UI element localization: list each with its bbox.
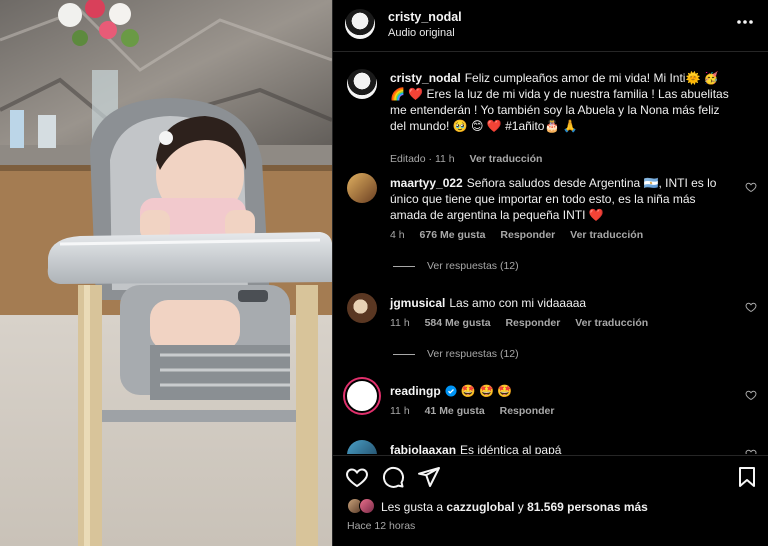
replies-divider [393, 353, 415, 355]
liker-avatar[interactable] [359, 498, 375, 514]
author-avatar[interactable] [345, 9, 375, 39]
comment-text: readingp 🤩 🤩 🤩 [390, 383, 735, 399]
baby-high-chair-image [0, 0, 332, 546]
post-photo[interactable] [0, 0, 332, 546]
comment-like-heart-icon[interactable] [745, 389, 757, 401]
comment-body: Es idéntica al papá [460, 443, 562, 454]
commenter-avatar[interactable] [345, 379, 379, 413]
likes-count[interactable]: 81.569 personas más [527, 500, 648, 514]
comment-likes[interactable]: 41 Me gusta [425, 405, 485, 417]
post-timestamp[interactable]: Hace 12 horas [347, 520, 415, 532]
comments-list[interactable]: cristy_nodal Feliz cumpleaños amor de mi … [333, 53, 768, 454]
view-replies-label[interactable]: Ver respuestas (12) [427, 348, 519, 360]
replies-divider [393, 265, 415, 267]
comment-username[interactable]: jgmusical [390, 296, 445, 310]
comment-text: jgmusical Las amo con mi vidaaaaa [390, 295, 735, 311]
caption-text: cristy_nodal Feliz cumpleaños amor de mi … [390, 70, 735, 134]
comment-text: fabiolaaxan Es idéntica al papá [390, 442, 735, 454]
view-replies-label[interactable]: Ver respuestas (12) [427, 260, 519, 272]
likes-prefix: Les gusta a [381, 500, 444, 514]
post-sidebar: cristy_nodal Audio original cristy_nodal… [332, 0, 768, 546]
comment-username[interactable]: fabiolaaxan [390, 443, 456, 454]
comment-like-heart-icon[interactable] [745, 181, 757, 193]
audio-label[interactable]: Audio original [388, 27, 455, 39]
likes-summary: Les gusta a cazzuglobal y 81.569 persona… [333, 496, 768, 518]
comment-translate-link[interactable]: Ver traducción [575, 317, 648, 329]
comment-likes[interactable]: 584 Me gusta [425, 317, 491, 329]
share-icon[interactable] [417, 465, 441, 489]
post-header: cristy_nodal Audio original [333, 0, 768, 52]
view-replies-button[interactable]: Ver respuestas (12) [393, 348, 519, 360]
caption-translate-link[interactable]: Ver traducción [470, 153, 543, 165]
commenter-avatar[interactable] [347, 440, 377, 454]
comment-meta: 11 h 41 Me gusta Responder [390, 405, 566, 417]
comment-text: maartyy_022 Señora saludos desde Argentin… [390, 175, 735, 223]
comment-likes[interactable]: 676 Me gusta [420, 229, 486, 241]
comment-username[interactable]: maartyy_022 [390, 176, 463, 190]
comment-reply-button[interactable]: Responder [505, 317, 560, 329]
comment-body: Las amo con mi vidaaaaa [449, 296, 587, 310]
comment-time: 11 h [390, 317, 410, 329]
caption-username[interactable]: cristy_nodal [390, 71, 461, 85]
comment-icon[interactable] [381, 465, 405, 489]
comment-time: 11 h [390, 405, 410, 417]
verified-badge-icon [445, 385, 457, 397]
comment-body: 🤩 🤩 🤩 [460, 384, 513, 398]
likes-text: Les gusta a cazzuglobal y 81.569 persona… [381, 500, 648, 514]
comment-username[interactable]: readingp [390, 384, 441, 398]
comment-like-heart-icon[interactable] [745, 301, 757, 313]
liker-username[interactable]: cazzuglobal [446, 500, 514, 514]
bookmark-icon[interactable] [735, 465, 759, 489]
caption-edited: Editado · 11 h [390, 153, 455, 165]
caption-meta: Editado · 11 h Ver traducción [390, 153, 554, 165]
comment-translate-link[interactable]: Ver traducción [570, 229, 643, 241]
comment-time: 4 h [390, 229, 405, 241]
author-username[interactable]: cristy_nodal [388, 10, 462, 24]
comment-meta: 4 h 676 Me gusta Responder Ver traducció… [390, 229, 655, 241]
view-replies-button[interactable]: Ver respuestas (12) [393, 260, 519, 272]
commenter-avatar[interactable] [347, 173, 377, 203]
caption-avatar[interactable] [347, 69, 377, 99]
commenter-avatar[interactable] [347, 293, 377, 323]
likes-conj: y [517, 500, 524, 514]
comment-reply-button[interactable]: Responder [500, 229, 555, 241]
comment-like-heart-icon[interactable] [745, 448, 757, 454]
more-horizontal-icon[interactable] [735, 14, 755, 30]
comment-reply-button[interactable]: Responder [500, 405, 555, 417]
comment-meta: 11 h 584 Me gusta Responder Ver traducci… [390, 317, 660, 329]
heart-icon[interactable] [345, 465, 369, 489]
post-actions [333, 455, 768, 495]
